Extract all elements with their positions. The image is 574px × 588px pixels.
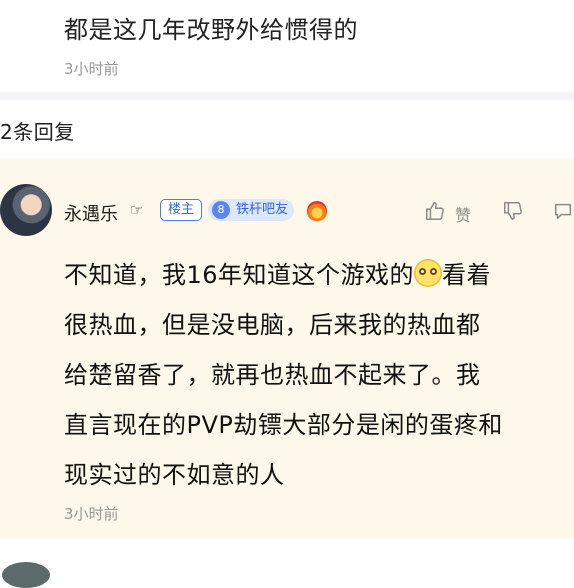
like-label: 赞: [455, 206, 472, 225]
owner-badge: 楼主: [160, 199, 203, 221]
content-line-5: 现实过的不如意的人: [64, 461, 285, 489]
comment-content: 不知道，我16年知道这个游戏的 看着 很热血，但是没电脑，后来我的热血都 给楚留香…: [64, 250, 574, 500]
content-line-1: 不知道，我16年知道这个游戏的 看着: [64, 250, 574, 300]
username[interactable]: 永遇乐: [64, 200, 118, 226]
level-number: 8: [212, 201, 230, 219]
grinning-face-emoji: [414, 259, 443, 287]
thumbs-down-icon[interactable]: [502, 200, 524, 222]
section-divider: [0, 92, 574, 100]
comment-icon[interactable]: [552, 200, 574, 222]
comment-time: 3小时前: [64, 505, 119, 523]
reply-count-label: 2条回复: [0, 120, 75, 144]
content-line-2: 很热血，但是没电脑，后来我的热血都: [64, 311, 481, 339]
content-line-4: 直言现在的PVP劫镖大部分是闲的蛋疼和: [64, 411, 503, 439]
level-badge[interactable]: 8 铁杆吧友: [208, 199, 295, 221]
previous-reply-time: 3小时前: [64, 60, 119, 78]
content-line-1-before: 不知道，我16年知道这个游戏的: [64, 261, 415, 289]
avatar[interactable]: [2, 562, 50, 588]
next-reply-row[interactable]: [0, 556, 574, 588]
previous-reply[interactable]: 都是这几年改野外给惯得的 3小时前: [0, 0, 574, 92]
content-line-3: 给楚留香了，就再也热血不起来了。我: [64, 361, 481, 389]
flame-badge-icon: [307, 201, 327, 221]
level-name: 铁杆吧友: [236, 202, 289, 217]
hand-pointing-icon: ☞: [130, 201, 144, 219]
avatar[interactable]: [0, 184, 52, 236]
content-line-1-after: 看着: [442, 261, 492, 289]
thumbs-up-icon: [426, 202, 444, 220]
comment-card[interactable]: 永遇乐 ☞ 楼主 8 铁杆吧友 赞 不知道，我16年知道这个游戏的 看着 很热血，…: [0, 158, 574, 538]
previous-reply-text: 都是这几年改野外给惯得的: [64, 16, 358, 44]
